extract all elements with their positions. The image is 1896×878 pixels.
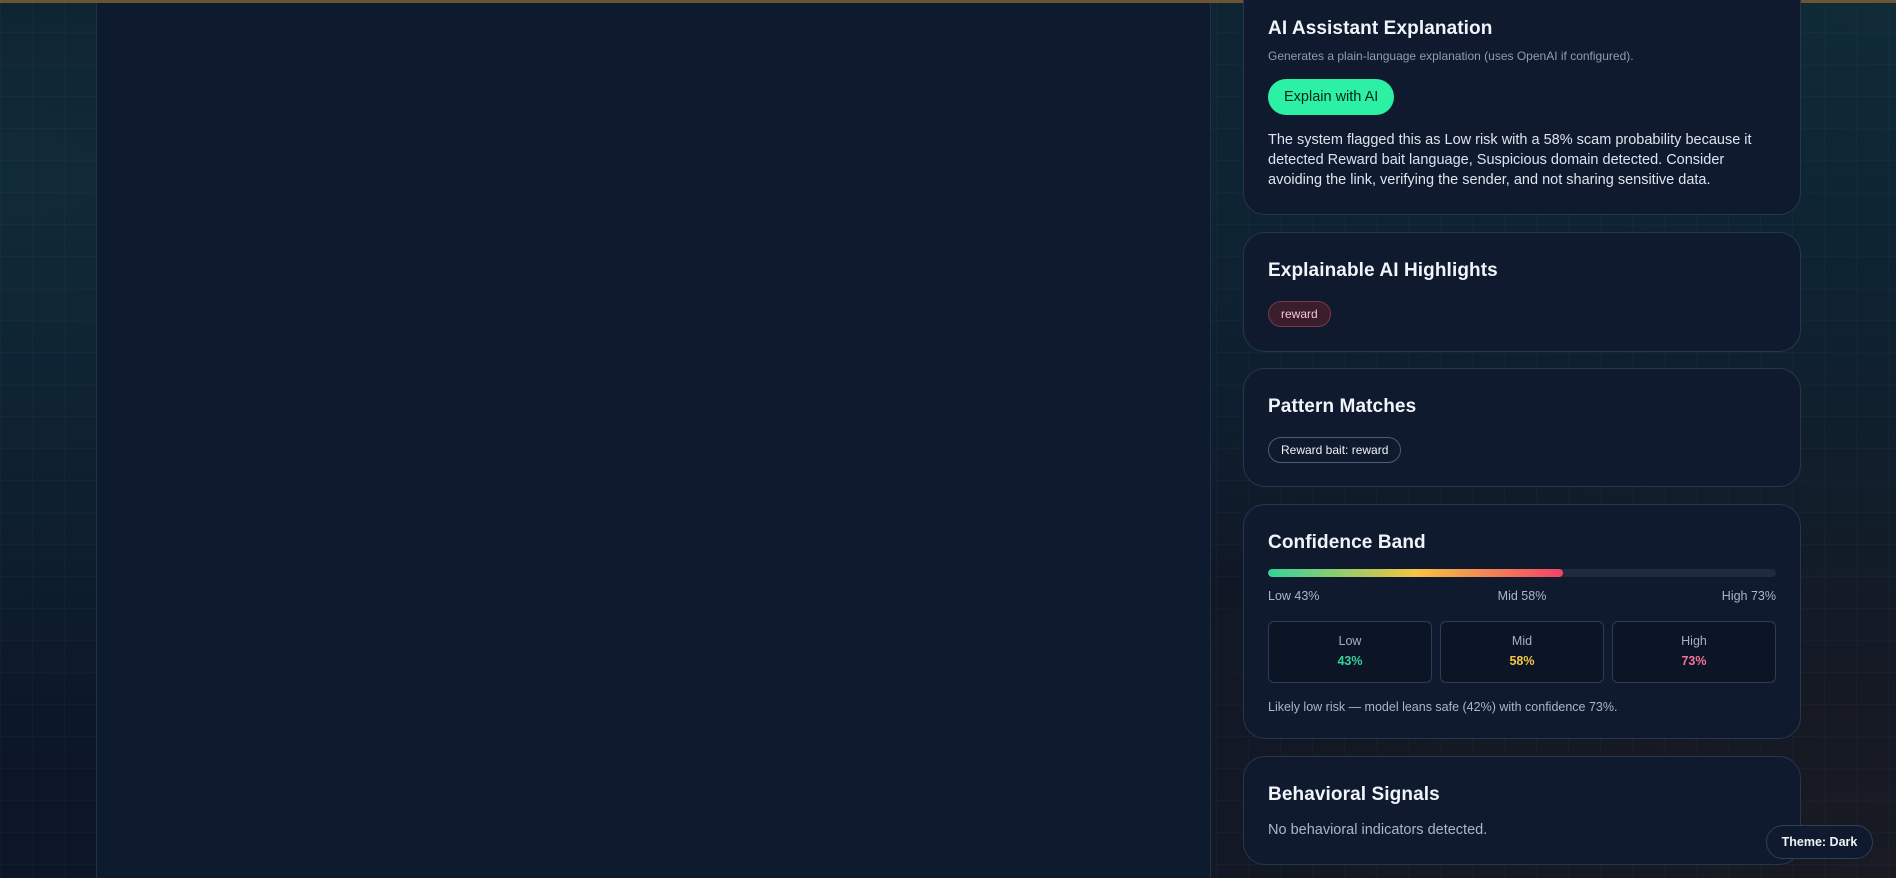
- band-label-high: High 73%: [1721, 589, 1776, 603]
- main-content-panel: [96, 3, 1211, 878]
- confidence-band-title: Confidence Band: [1268, 532, 1426, 553]
- band-box-high: High 73%: [1612, 621, 1776, 683]
- behavioral-signals-card: Behavioral Signals No behavioral indicat…: [1243, 756, 1801, 865]
- behavioral-signals-title: Behavioral Signals: [1268, 784, 1440, 805]
- confidence-band-track: [1268, 569, 1776, 577]
- ai-explanation-card: AI Assistant Explanation Generates a pla…: [1243, 0, 1801, 215]
- highlight-chip: reward: [1268, 301, 1331, 327]
- ai-explanation-subtitle: Generates a plain-language explanation (…: [1268, 49, 1634, 63]
- pattern-chip-list: Reward bait: reward: [1268, 437, 1402, 463]
- confidence-band-note: Likely low risk — model leans safe (42%)…: [1268, 700, 1618, 714]
- band-box-label: Low: [1338, 634, 1362, 648]
- highlights-title: Explainable AI Highlights: [1268, 260, 1498, 281]
- band-box-low: Low 43%: [1268, 621, 1432, 683]
- band-box-label: High: [1681, 634, 1707, 648]
- highlights-card: Explainable AI Highlights reward: [1243, 232, 1801, 352]
- band-box-value: 73%: [1681, 654, 1707, 668]
- pattern-matches-title: Pattern Matches: [1268, 396, 1417, 417]
- pattern-matches-card: Pattern Matches Reward bait: reward: [1243, 368, 1801, 487]
- explain-with-ai-button[interactable]: Explain with AI: [1268, 79, 1395, 115]
- band-box-label: Mid: [1511, 634, 1533, 648]
- ai-explanation-title: AI Assistant Explanation: [1268, 18, 1493, 39]
- confidence-band-card: Confidence Band Low 43% Mid 58% High 73%…: [1243, 504, 1801, 739]
- confidence-band-boxes: Low 43% Mid 58% High 73%: [1268, 621, 1776, 683]
- pattern-chip: Reward bait: reward: [1268, 437, 1402, 463]
- confidence-band-fill: [1268, 569, 1563, 577]
- highlight-chip-list: reward: [1268, 301, 1331, 327]
- ai-explanation-text: The system flagged this as Low risk with…: [1268, 132, 1752, 188]
- band-box-mid: Mid 58%: [1440, 621, 1604, 683]
- band-box-value: 58%: [1509, 654, 1535, 668]
- band-label-mid: Mid 58%: [1497, 589, 1547, 603]
- band-label-low: Low 43%: [1268, 589, 1320, 603]
- band-box-value: 43%: [1337, 654, 1363, 668]
- behavioral-signals-text: No behavioral indicators detected.: [1268, 822, 1488, 838]
- theme-toggle-button[interactable]: Theme: Dark: [1766, 825, 1873, 859]
